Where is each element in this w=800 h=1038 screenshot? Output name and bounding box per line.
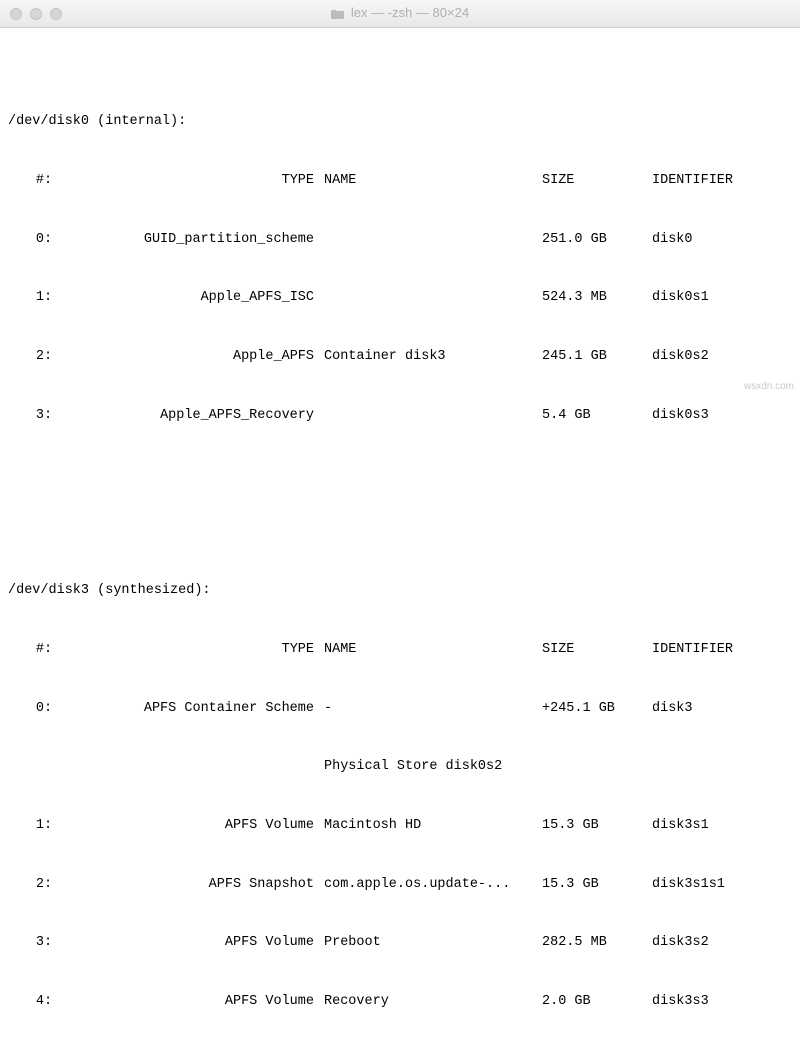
physical-store-row: Physical Store disk0s2 — [6, 757, 794, 777]
disk0-title: /dev/disk0 (internal): — [6, 112, 794, 132]
watermark: wsxdn.com — [744, 380, 794, 395]
traffic-lights — [10, 8, 62, 20]
window-title: lex — -zsh — 80×24 — [351, 4, 469, 23]
close-button[interactable] — [10, 8, 22, 20]
zoom-button[interactable] — [50, 8, 62, 20]
blank-line — [6, 484, 794, 503]
col-type: TYPE — [52, 171, 314, 191]
disk3-title: /dev/disk3 (synthesized): — [6, 581, 794, 601]
minimize-button[interactable] — [30, 8, 42, 20]
column-header-row: # : TYPE NAME SIZE IDENTIFIER — [6, 171, 794, 191]
disk-row: 0:APFS Container Scheme-+245.1 GBdisk3 — [6, 699, 794, 719]
disk-row: 4:APFS VolumeRecovery2.0 GBdisk3s3 — [6, 992, 794, 1012]
folder-icon — [331, 8, 345, 19]
disk-row: 3:Apple_APFS_Recovery5.4 GBdisk0s3 — [6, 406, 794, 426]
col-size: SIZE — [542, 171, 644, 191]
disk-row: 2:APFS Snapshotcom.apple.os.update-...15… — [6, 875, 794, 895]
window-title-wrap: lex — -zsh — 80×24 — [0, 4, 800, 23]
disk-row: 2:Apple_APFSContainer disk3245.1 GBdisk0… — [6, 347, 794, 367]
disk-row: 0:GUID_partition_scheme251.0 GBdisk0 — [6, 230, 794, 250]
disk-row: 1:Apple_APFS_ISC524.3 MBdisk0s1 — [6, 288, 794, 308]
col-id: IDENTIFIER — [644, 171, 794, 191]
col-num: # — [6, 171, 44, 191]
window-titlebar: lex — -zsh — 80×24 — [0, 0, 800, 28]
disk-row: 1:APFS VolumeMacintosh HD15.3 GBdisk3s1 — [6, 816, 794, 836]
col-name: NAME — [324, 171, 542, 191]
column-header-row: # : TYPE NAME SIZE IDENTIFIER — [6, 640, 794, 660]
disk-row: 3:APFS VolumePreboot282.5 MBdisk3s2 — [6, 933, 794, 953]
terminal-content[interactable]: /dev/disk0 (internal): # : TYPE NAME SIZ… — [0, 28, 800, 1038]
